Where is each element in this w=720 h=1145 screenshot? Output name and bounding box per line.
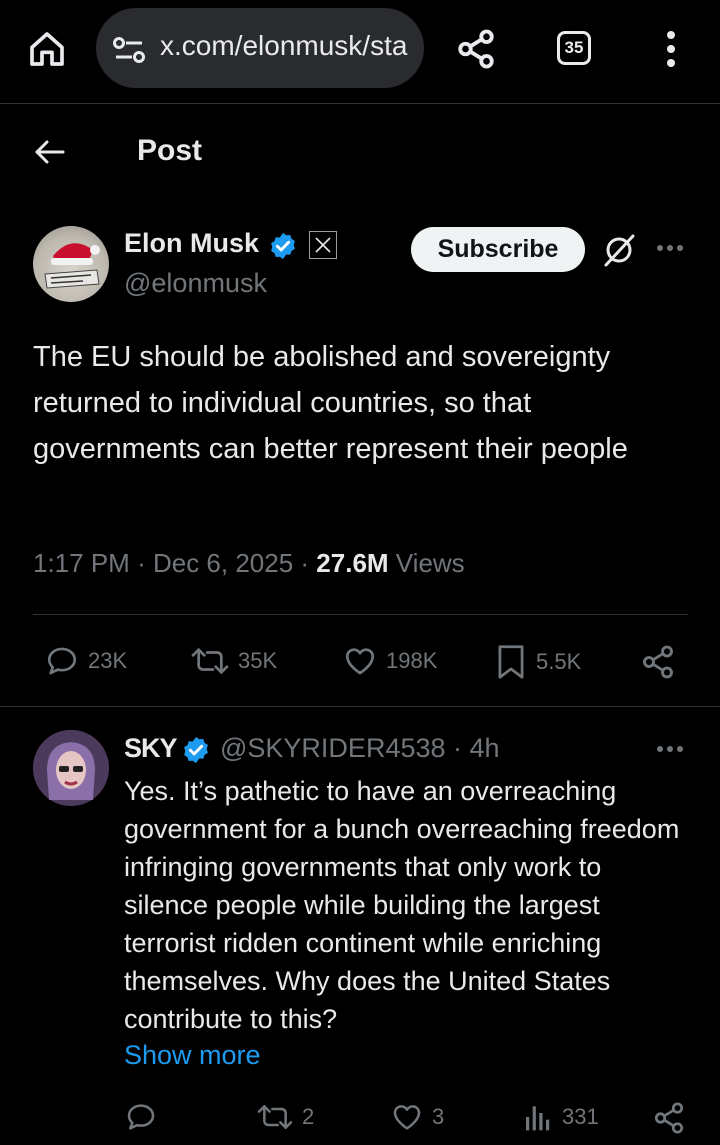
- reply-handle-line: @SKYRIDER4538 · 4h: [220, 733, 500, 764]
- post-text: The EU should be abolished and sovereign…: [33, 341, 628, 465]
- reply-icon: [47, 647, 77, 675]
- reply-avatar[interactable]: [33, 730, 109, 806]
- url-text[interactable]: x.com/elonmusk/sta: [160, 30, 412, 62]
- verified-badge-icon[interactable]: [181, 735, 211, 765]
- reply-like-count: 3: [432, 1104, 445, 1129]
- repost-icon: [191, 648, 229, 674]
- author-name[interactable]: Elon Musk: [124, 228, 259, 259]
- reply-views-button[interactable]: 331: [522, 1101, 599, 1133]
- reply-count: 23K: [88, 648, 128, 673]
- reply-repost-button[interactable]: 2: [256, 1101, 314, 1133]
- repost-button[interactable]: 35K: [190, 644, 277, 678]
- bookmark-icon: [498, 645, 524, 679]
- site-settings-icon[interactable]: [112, 36, 146, 64]
- home-icon[interactable]: [26, 28, 68, 70]
- reply-button[interactable]: 23K: [44, 644, 127, 678]
- reply-views-count: 331: [562, 1104, 599, 1129]
- more-horiz-icon[interactable]: [656, 745, 684, 753]
- reply-repost-count: 2: [302, 1104, 315, 1129]
- verified-badge-icon[interactable]: [268, 231, 298, 261]
- x-affiliate-icon[interactable]: [309, 231, 337, 259]
- divider: [33, 614, 688, 615]
- reply-text: Yes. It’s pathetic to have an overreachi…: [124, 776, 680, 1034]
- reply-like-button[interactable]: 3: [390, 1101, 444, 1133]
- bookmark-count: 5.5K: [536, 649, 582, 674]
- post-date[interactable]: Dec 6, 2025: [153, 548, 293, 578]
- bookmark-button[interactable]: 5.5K: [494, 644, 581, 680]
- views-icon: [526, 1106, 550, 1131]
- more-horiz-icon[interactable]: [656, 244, 684, 252]
- reply-reply-button[interactable]: [124, 1101, 158, 1133]
- like-count: 198K: [386, 648, 438, 673]
- post-time[interactable]: 1:17 PM: [33, 548, 130, 578]
- back-arrow-icon[interactable]: [34, 138, 66, 166]
- divider: [0, 706, 720, 707]
- author-handle[interactable]: @elonmusk: [124, 268, 267, 299]
- author-name-text[interactable]: Elon Musk: [124, 228, 259, 258]
- reply-author-handle[interactable]: @SKYRIDER4538: [220, 733, 446, 763]
- meta-separator: ·: [137, 548, 153, 578]
- share-icon[interactable]: [455, 28, 497, 70]
- page-title: Post: [137, 134, 203, 167]
- show-more-link[interactable]: Show more: [124, 1040, 261, 1071]
- reply-icon: [127, 1104, 155, 1130]
- like-button[interactable]: 198K: [342, 644, 437, 678]
- like-icon: [345, 648, 375, 675]
- views-label: Views: [395, 548, 465, 578]
- reply-author-name[interactable]: SKY: [124, 733, 178, 764]
- post-meta: 1:17 PM · Dec 6, 2025 · 27.6M Views: [33, 548, 465, 579]
- repost-count: 35K: [238, 648, 278, 673]
- grok-icon[interactable]: [602, 233, 636, 267]
- subscribe-button[interactable]: Subscribe: [411, 227, 585, 272]
- avatar[interactable]: [33, 226, 109, 302]
- more-vert-icon[interactable]: [664, 30, 678, 68]
- reply-age[interactable]: 4h: [470, 733, 500, 763]
- tab-switcher-icon[interactable]: 35: [557, 31, 591, 65]
- share-post-icon[interactable]: [640, 644, 676, 680]
- share-post-icon[interactable]: [652, 1101, 686, 1135]
- repost-icon: [257, 1105, 293, 1129]
- meta-separator: ·: [453, 733, 470, 763]
- like-icon: [393, 1105, 421, 1130]
- views-count[interactable]: 27.6M: [316, 548, 388, 578]
- meta-separator: ·: [300, 548, 317, 578]
